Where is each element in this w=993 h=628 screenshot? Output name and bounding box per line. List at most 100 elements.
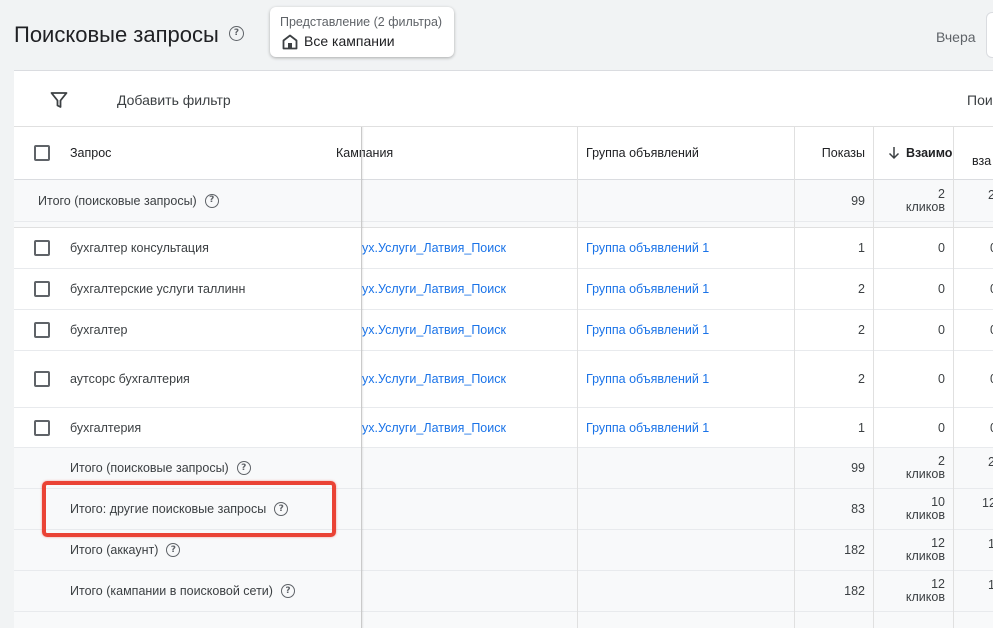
table-row-total: Итого (кампании в поисковой сети) ? 182 … xyxy=(14,571,993,612)
column-divider xyxy=(953,127,954,628)
impressions-cell: 1 xyxy=(858,420,865,435)
total-next: 1 xyxy=(988,537,993,551)
ad-group-link[interactable]: Группа объявлений 1 xyxy=(586,408,786,447)
table-row[interactable]: аутсорс бухгалтерия ух.Услуги_Латвия_Пои… xyxy=(14,351,993,408)
impressions-cell: 2 xyxy=(858,372,865,386)
interactions-cell: 0 xyxy=(938,282,945,296)
total-next: 12 xyxy=(982,496,993,510)
table-row[interactable]: бухгалтер ух.Услуги_Латвия_Поиск Группа … xyxy=(14,310,993,351)
search-terms-table: Запрос Кампания Группа объявлений Показы… xyxy=(14,127,993,628)
impressions-cell: 2 xyxy=(858,323,865,337)
home-icon xyxy=(282,34,298,50)
interactions-cell: 0 xyxy=(938,323,945,337)
campaign-link[interactable]: ух.Услуги_Латвия_Поиск xyxy=(362,310,582,350)
page-title: Поисковые запросы xyxy=(14,22,219,47)
ad-group-link[interactable]: Группа объявлений 1 xyxy=(586,310,786,350)
table-row[interactable]: бухгалтерия ух.Услуги_Латвия_Поиск Групп… xyxy=(14,408,993,448)
view-selector[interactable]: Представление (2 фильтра) Все кампании xyxy=(270,7,454,57)
row-checkbox[interactable] xyxy=(34,371,50,387)
interactions-cell: 0 xyxy=(938,372,945,386)
frozen-column-shadow xyxy=(361,127,364,628)
total-impressions: 182 xyxy=(844,543,865,557)
row-checkbox[interactable] xyxy=(34,240,50,256)
column-header-campaign[interactable]: Кампания xyxy=(336,127,576,179)
add-filter-button[interactable]: Добавить фильтр xyxy=(117,92,231,108)
query-cell: бухгалтер xyxy=(70,323,128,337)
impressions-cell: 1 xyxy=(858,241,865,255)
ad-group-link[interactable]: Группа объявлений 1 xyxy=(586,228,786,268)
query-cell: бухгалтерия xyxy=(70,420,142,435)
total-impressions: 182 xyxy=(844,584,865,598)
column-header-query[interactable]: Запрос xyxy=(70,127,350,179)
total-label-text: Итого (поисковые запросы) xyxy=(38,193,197,208)
total-interactions-unit: кликов xyxy=(905,199,945,214)
total-label-text: Итого (поисковые запросы) xyxy=(70,461,229,475)
total-interactions: 12 кликов xyxy=(888,530,945,570)
row-checkbox[interactable] xyxy=(34,322,50,338)
total-next: 2 xyxy=(988,187,993,202)
table-row-total-partial xyxy=(14,612,993,628)
help-icon[interactable]: ? xyxy=(280,584,295,598)
top-bar: Поисковые запросы ? Представление (2 фил… xyxy=(0,0,993,70)
select-all-checkbox[interactable] xyxy=(34,145,50,161)
help-icon[interactable]: ? xyxy=(204,193,219,208)
column-header-ad-group[interactable]: Группа объявлений xyxy=(586,127,786,179)
query-cell: аутсорс бухгалтерия xyxy=(70,372,190,386)
query-cell: бухгалтер консультация xyxy=(70,241,209,255)
interactions-cell: 0 xyxy=(938,241,945,255)
total-next: 1 xyxy=(988,578,993,592)
impressions-cell: 2 xyxy=(858,282,865,296)
total-interactions-unit: кликов xyxy=(905,508,945,522)
help-icon[interactable]: ? xyxy=(166,543,181,557)
table-row[interactable]: бухгалтер консультация ух.Услуги_Латвия_… xyxy=(14,228,993,269)
table-header: Запрос Кампания Группа объявлений Показы… xyxy=(14,127,993,180)
campaign-link[interactable]: ух.Услуги_Латвия_Поиск xyxy=(362,269,582,309)
total-interactions: 12 кликов xyxy=(888,571,945,611)
total-impressions: 83 xyxy=(851,502,865,516)
total-label: Итого (поисковые запросы) ? xyxy=(38,180,338,221)
column-divider xyxy=(873,127,874,628)
total-label-text: Итого (кампании в поисковой сети) xyxy=(70,584,273,598)
ad-group-link[interactable]: Группа объявлений 1 xyxy=(586,269,786,309)
view-label: Представление (2 фильтра) xyxy=(280,15,443,29)
total-interactions-unit: кликов xyxy=(905,549,945,563)
campaign-link[interactable]: ух.Услуги_Латвия_Поиск xyxy=(362,351,582,407)
table-row-top-total: Итого (поисковые запросы) ? 99 2 кликов … xyxy=(14,180,993,222)
help-icon[interactable]: ? xyxy=(229,26,244,41)
total-interactions-unit: кликов xyxy=(905,467,945,481)
total-interactions: 2 кликов xyxy=(888,448,945,488)
date-range-picker[interactable] xyxy=(986,12,993,58)
row-checkbox[interactable] xyxy=(34,281,50,297)
column-divider xyxy=(577,127,578,628)
sort-arrow-down-icon xyxy=(888,147,900,160)
total-next: 2 xyxy=(988,455,993,469)
table-row[interactable]: бухгалтерские услуги таллинн ух.Услуги_Л… xyxy=(14,269,993,310)
query-cell: бухгалтерские услуги таллинн xyxy=(70,282,246,296)
highlight-annotation-box xyxy=(42,481,336,537)
column-header-campaign-label: Кампания xyxy=(336,146,394,160)
column-header-interactions-label: Взаимо xyxy=(906,146,953,160)
campaign-link[interactable]: ух.Услуги_Латвия_Поиск xyxy=(362,408,582,447)
ad-group-link[interactable]: Группа объявлений 1 xyxy=(586,351,786,407)
view-value: Все кампании xyxy=(304,33,395,49)
column-divider xyxy=(794,127,795,628)
total-impressions: 99 xyxy=(851,461,865,475)
column-header-interactions[interactable]: Взаимо xyxy=(888,127,953,179)
filter-bar: Добавить фильтр Пои xyxy=(14,71,993,127)
total-interactions: 10 кликов xyxy=(888,489,945,529)
total-label-text: Итого (аккаунт) xyxy=(70,543,159,557)
search-button[interactable]: Пои xyxy=(967,92,993,108)
total-label: Итого (кампании в поисковой сети) ? xyxy=(70,571,360,611)
search-terms-panel: Добавить фильтр Пои Запрос Кампания Груп… xyxy=(14,70,993,628)
total-interactions-value: 2 xyxy=(938,186,945,201)
row-checkbox[interactable] xyxy=(34,420,50,436)
total-interactions: 2 кликов xyxy=(888,180,945,221)
help-icon[interactable]: ? xyxy=(236,461,251,475)
column-header-impressions[interactable]: Показы xyxy=(794,127,865,179)
total-interactions-unit: кликов xyxy=(905,590,945,604)
interactions-cell: 0 xyxy=(938,420,945,435)
date-range-label[interactable]: Вчера xyxy=(936,29,976,45)
campaign-link[interactable]: ух.Услуги_Латвия_Поиск xyxy=(362,228,582,268)
total-impressions: 99 xyxy=(851,193,865,208)
filter-icon[interactable] xyxy=(50,91,68,109)
